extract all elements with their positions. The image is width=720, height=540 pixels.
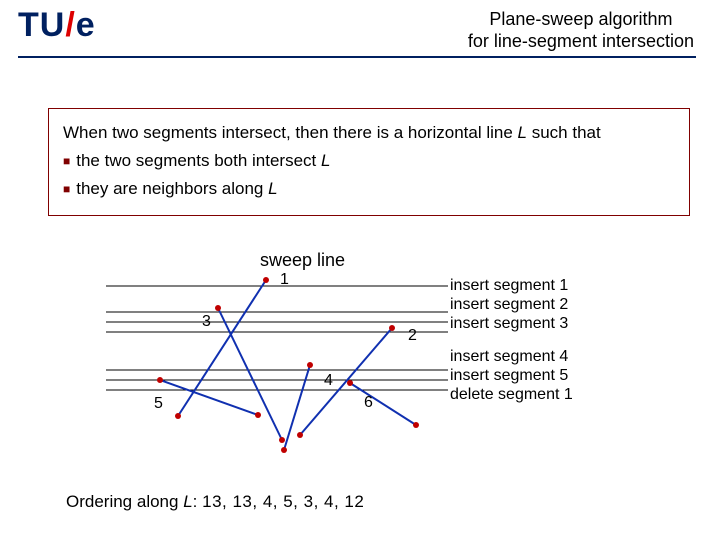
bullet-1: ■ the two segments both intersect L bbox=[63, 147, 675, 175]
bullet-icon: ■ bbox=[63, 175, 70, 203]
ordering-L: L bbox=[183, 492, 192, 511]
bullet-1-text: the two segments both intersect L bbox=[76, 147, 330, 175]
logo-tu: TU bbox=[18, 6, 65, 44]
svg-text:1: 1 bbox=[280, 271, 289, 288]
diagram: 1 2 3 4 5 6 bbox=[60, 250, 490, 465]
event-5: insert segment 5 bbox=[450, 366, 573, 385]
event-2: insert segment 2 bbox=[450, 295, 573, 314]
page-title: Plane-sweep algorithm for line-segment i… bbox=[468, 8, 694, 52]
diagram-svg: 1 2 3 4 5 6 bbox=[60, 250, 490, 465]
ordering-post: : bbox=[193, 492, 202, 511]
event-3: insert segment 3 bbox=[450, 314, 573, 333]
intro-pre: When two segments intersect, then there … bbox=[63, 123, 518, 142]
b2-pre: they are neighbors along bbox=[76, 179, 268, 198]
logo: TU/e bbox=[18, 6, 96, 45]
logo-e: e bbox=[76, 6, 96, 44]
title-line-2: for line-segment intersection bbox=[468, 30, 694, 52]
bullet-2: ■ they are neighbors along L bbox=[63, 175, 675, 203]
ordering-pre: Ordering along bbox=[66, 492, 183, 511]
svg-text:3: 3 bbox=[202, 313, 211, 330]
lemma-box: When two segments intersect, then there … bbox=[48, 108, 690, 216]
ordering-line: Ordering along L: 13, 13, 4, 5, 3, 4, 12 bbox=[66, 492, 364, 512]
event-6: delete segment 1 bbox=[450, 385, 573, 404]
header-underline bbox=[18, 56, 696, 58]
b1-pre: the two segments both intersect bbox=[76, 151, 321, 170]
svg-text:4: 4 bbox=[324, 372, 333, 389]
ordering-values-text: 13, 13, 4, 5, 3, 4, 12 bbox=[202, 492, 364, 511]
lemma-intro: When two segments intersect, then there … bbox=[63, 119, 675, 147]
logo-slash: / bbox=[65, 6, 75, 44]
bullet-2-text: they are neighbors along L bbox=[76, 175, 277, 203]
b2-L: L bbox=[268, 179, 277, 198]
event-1: insert segment 1 bbox=[450, 276, 573, 295]
svg-text:2: 2 bbox=[408, 327, 417, 344]
event-4: insert segment 4 bbox=[450, 347, 573, 366]
svg-text:5: 5 bbox=[154, 395, 163, 412]
ordering-values: 13, 13, 4, 5, 3, 4, 12 bbox=[202, 492, 364, 511]
b1-L: L bbox=[321, 151, 330, 170]
intro-L: L bbox=[518, 123, 527, 142]
event-list: insert segment 1 insert segment 2 insert… bbox=[450, 276, 573, 404]
bullet-icon: ■ bbox=[63, 147, 70, 175]
intro-post: such that bbox=[527, 123, 601, 142]
title-line-1: Plane-sweep algorithm bbox=[468, 8, 694, 30]
svg-text:6: 6 bbox=[364, 394, 373, 411]
header: TU/e Plane-sweep algorithm for line-segm… bbox=[0, 0, 720, 64]
